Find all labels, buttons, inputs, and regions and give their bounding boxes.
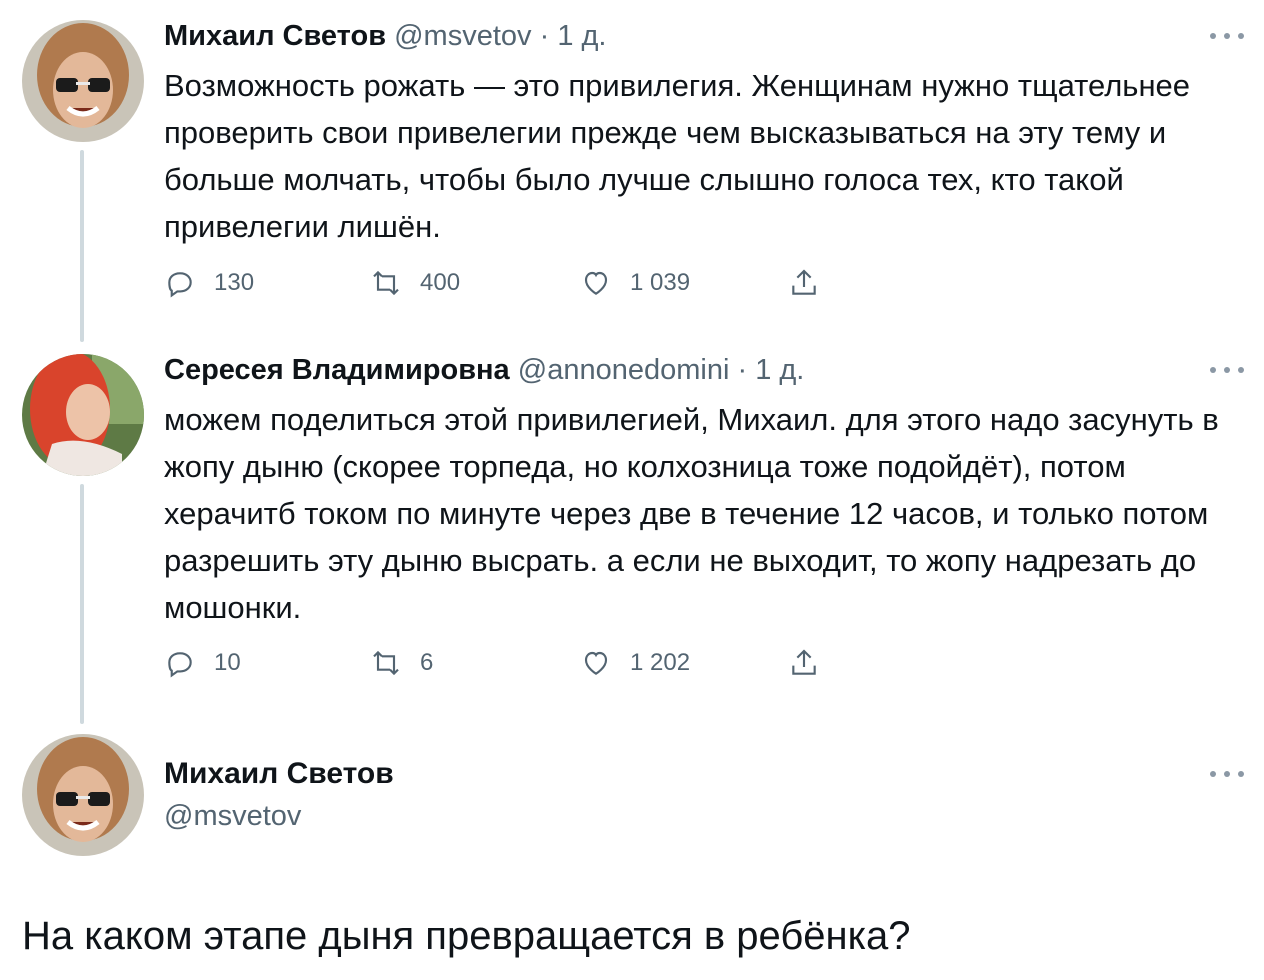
heart-icon <box>584 651 608 675</box>
author-name[interactable]: Михаил Светов <box>164 20 386 52</box>
tweet-header: Михаил Светов @msvetov · 1 д. <box>164 18 607 54</box>
more-options-icon[interactable] <box>1210 365 1244 375</box>
avatar[interactable] <box>22 734 144 856</box>
thread-line <box>80 484 84 724</box>
like-count: 1 202 <box>630 649 691 676</box>
tweet-text: Возможность рожать — это привилегия. Жен… <box>164 68 1191 244</box>
avatar[interactable] <box>22 354 144 476</box>
retweet-icon <box>373 270 399 296</box>
reply-count: 10 <box>214 649 241 676</box>
tweet-actions: 10 6 1 202 <box>164 646 864 680</box>
like-count: 1 039 <box>630 269 691 296</box>
retweet-icon <box>373 650 399 676</box>
reply-icon <box>168 272 192 298</box>
avatar[interactable] <box>22 20 144 142</box>
share-icon <box>792 269 816 295</box>
like-button[interactable]: 1 202 <box>580 646 690 680</box>
more-options-icon[interactable] <box>1210 31 1244 41</box>
timestamp[interactable]: 1 д. <box>755 354 804 386</box>
tweet-actions: 130 400 1 039 <box>164 266 864 300</box>
retweet-button[interactable]: 6 <box>370 646 433 680</box>
reply-button[interactable]: 10 <box>164 646 241 680</box>
reply-count: 130 <box>214 269 255 296</box>
timestamp[interactable]: 1 д. <box>557 20 606 52</box>
tweet-text: можем поделиться этой привилегией, Михаи… <box>164 402 1219 625</box>
share-icon <box>792 649 816 675</box>
retweet-count: 6 <box>420 649 434 676</box>
main-tweet-text: На каком этапе дыня превращается в ребён… <box>22 914 911 958</box>
author-name[interactable]: Михаил Светов <box>164 756 394 792</box>
author-name[interactable]: Сересея Владимировна <box>164 354 510 386</box>
thread-line <box>80 150 84 342</box>
like-button[interactable]: 1 039 <box>580 266 690 300</box>
tweet-header: Сересея Владимировна @annonedomini · 1 д… <box>164 352 804 388</box>
reply-button[interactable]: 130 <box>164 266 254 300</box>
author-handle[interactable]: @msvetov <box>164 798 301 834</box>
author-handle[interactable]: @annonedomini <box>518 354 730 386</box>
share-button[interactable] <box>788 646 820 680</box>
author-handle[interactable]: @msvetov <box>394 20 531 52</box>
reply-icon <box>168 652 192 678</box>
retweet-button[interactable]: 400 <box>370 266 460 300</box>
retweet-count: 400 <box>420 269 461 296</box>
share-button[interactable] <box>788 266 820 300</box>
more-options-icon[interactable] <box>1210 769 1244 779</box>
separator: · <box>737 354 748 386</box>
heart-icon <box>584 271 608 295</box>
separator: · <box>539 20 550 52</box>
